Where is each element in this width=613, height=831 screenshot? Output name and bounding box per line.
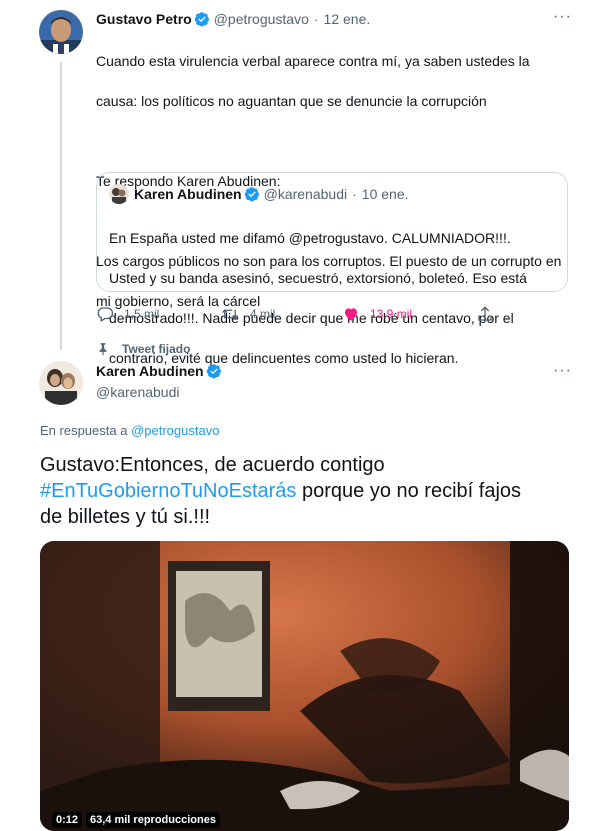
video-frame [40,541,569,831]
tweet-text-line: de billetes y tú si.!!! [40,506,211,528]
separator-dot: · [352,186,357,202]
video-duration: 0:12 [52,812,83,828]
reply-context: En respuesta a @petrogustavo [40,423,219,438]
share-icon [478,306,492,321]
thread-connector-line [60,62,62,350]
more-options-icon[interactable]: ··· [553,362,572,380]
avatar-karen-abudinen-small [109,184,129,204]
tweet2-text: Gustavo:Entonces, de acuerdo contigo #En… [40,452,570,530]
verified-badge-icon [244,186,260,202]
tweet1-header: Gustavo Petro @petrogustavo · 12 ene. [96,9,370,29]
like-count: 13,9 mil [370,307,413,321]
like-button[interactable]: 13,9 mil [342,305,412,323]
quoted-tweet-header: Karen Abudinen @karenabudi · 10 ene. [109,184,409,204]
verified-badge-icon [194,11,210,27]
tweet2-header: Karen Abudinen [96,363,222,379]
reply-to-handle[interactable]: @petrogustavo [131,423,219,438]
quoted-author-handle: @karenabudi [263,186,348,202]
reply-icon [97,307,114,322]
retweet-count: 4 mil [250,307,276,321]
author-handle[interactable]: @petrogustavo [214,11,309,27]
share-button[interactable] [476,305,504,323]
pinned-label-text: Tweet fijado [122,342,191,356]
avatar-karen-abudinen[interactable] [39,361,83,405]
reply-count: 1,5 mil [124,307,160,321]
separator-dot: · [313,11,319,27]
retweet-button[interactable]: 4 mil [220,305,275,323]
tweet-date[interactable]: 12 ene. [324,11,371,27]
quoted-text-line: Usted y su banda asesinó, secuestró, ext… [109,270,527,286]
pin-icon [99,343,107,356]
author-name[interactable]: Gustavo Petro [96,11,192,27]
quoted-tweet-card[interactable]: Karen Abudinen @karenabudi · 10 ene. En … [96,172,568,366]
pinned-tweet-label: Tweet fijado [96,342,190,356]
video-view-count: 63,4 mil reproducciones [86,812,220,828]
reply-button[interactable]: 1,5 mil [96,305,159,323]
tweet-text-segment: porque yo no recibí fajos [296,480,522,502]
hashtag-link[interactable]: #EnTuGobiernoTuNoEstarás [40,480,296,502]
tweet-text-line: Gustavo:Entonces, de acuerdo contigo [40,454,385,476]
retweet-icon [222,309,238,319]
avatar-gustavo-petro[interactable] [39,10,83,54]
quoted-text-line: En España usted me difamó @petrogustavo.… [109,230,511,246]
heart-icon [345,308,357,321]
more-options-icon[interactable]: ··· [553,8,572,26]
tweet-text-line: causa: los políticos no aguantan que se … [96,93,487,109]
quoted-author-name: Karen Abudinen [134,186,242,202]
author-handle[interactable]: @karenabudi [96,384,180,400]
verified-badge-icon [206,363,222,379]
reply-prefix: En respuesta a [40,423,128,438]
video-player[interactable]: 0:12 63,4 mil reproducciones [40,541,569,831]
author-name[interactable]: Karen Abudinen [96,363,204,379]
tweet-text-line: Cuando esta virulencia verbal aparece co… [96,53,530,69]
quoted-tweet-date: 10 ene. [361,186,409,202]
quoted-tweet-text: En España usted me difamó @petrogustavo.… [109,208,561,388]
